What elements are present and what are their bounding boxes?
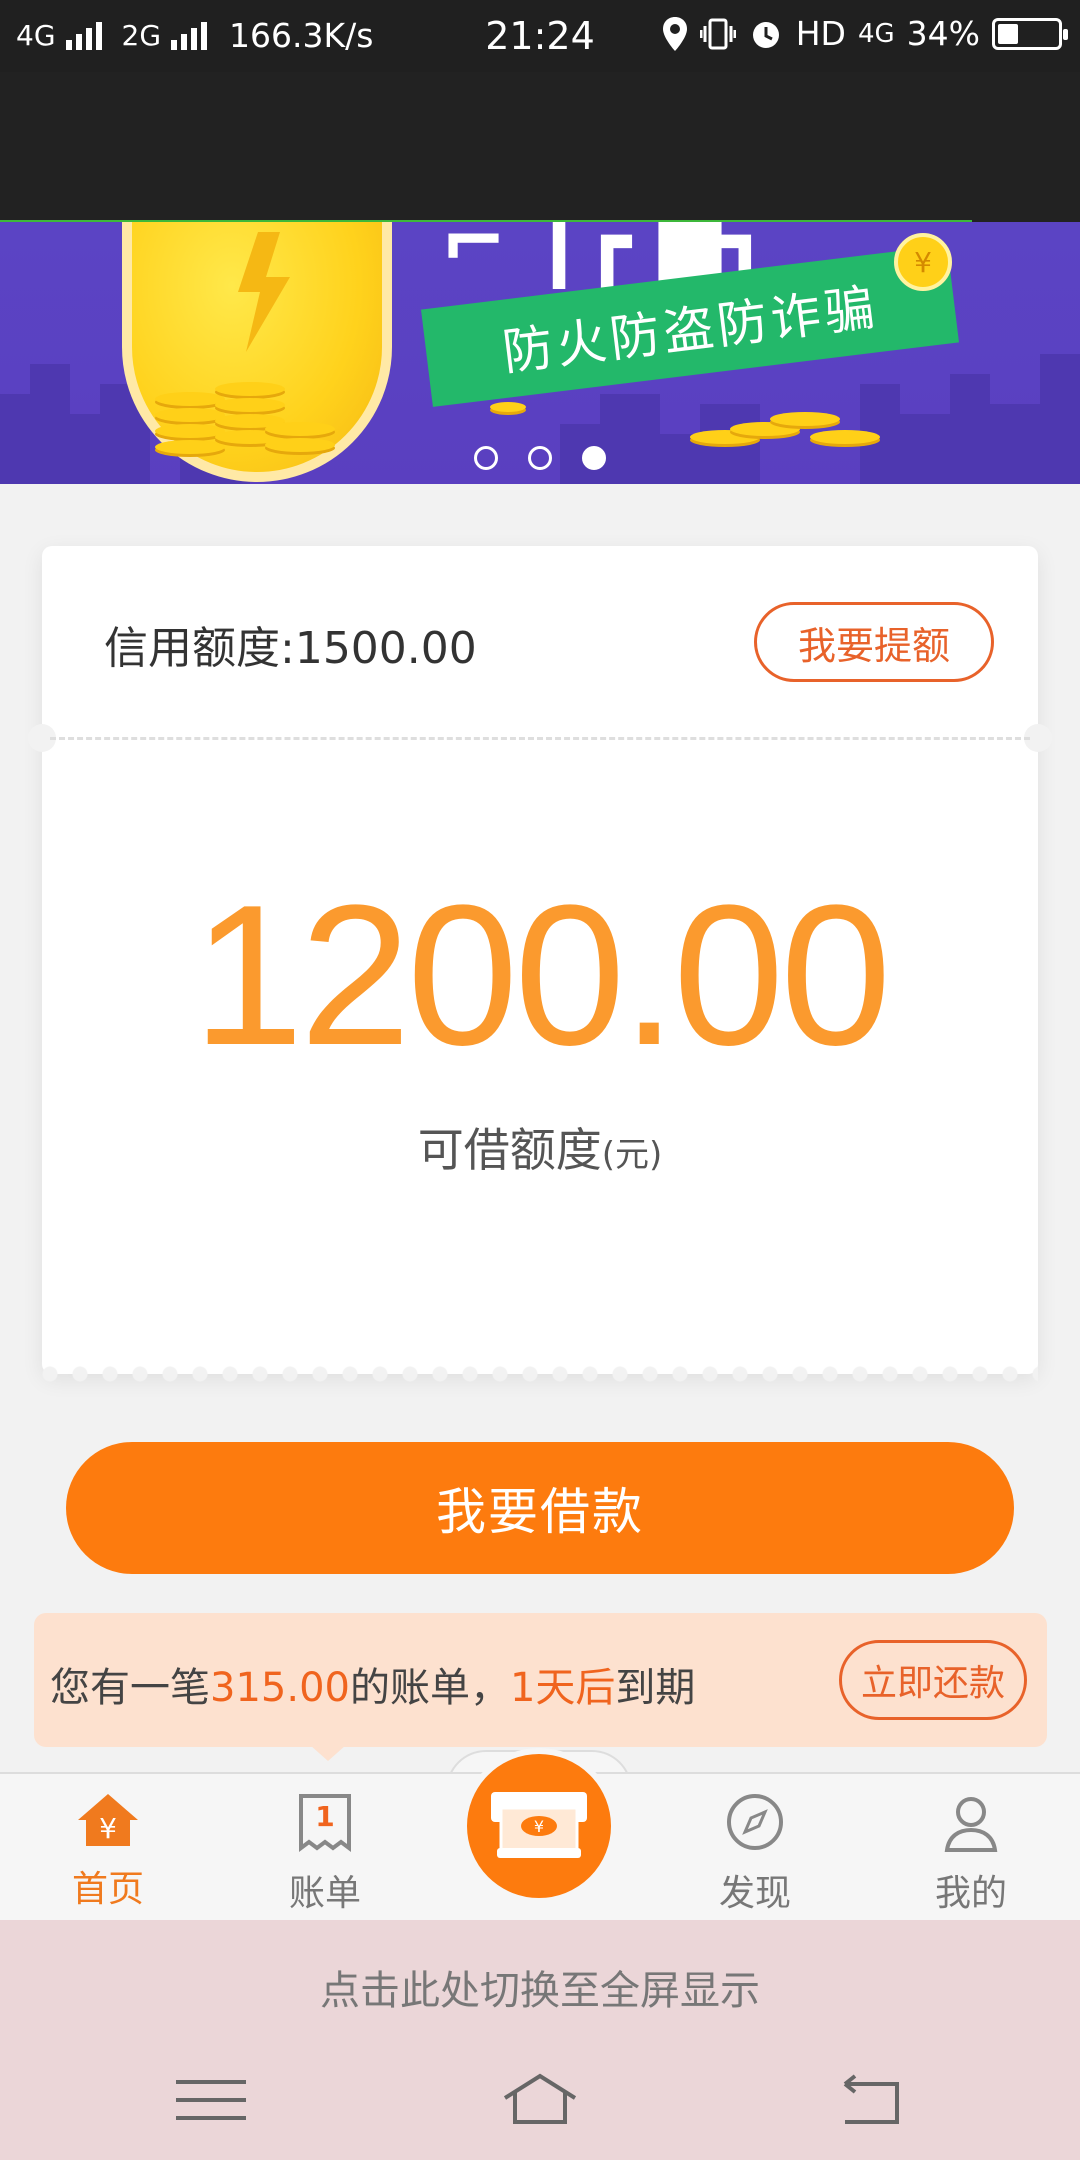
network-type-3: 4G xyxy=(857,18,895,49)
repay-now-button[interactable]: 立即还款 xyxy=(839,1640,1027,1720)
bill-amount: 315.00 xyxy=(210,1665,350,1711)
vibrate-icon xyxy=(699,18,736,49)
lightning-icon xyxy=(238,232,290,352)
alarm-icon xyxy=(752,21,779,48)
credit-card: 信用额度:1500.00 我要提额 1200.00 可借额度(元) xyxy=(28,546,1052,1382)
tab-mine-label: 我的 xyxy=(934,1873,1007,1914)
home-yen-icon: ¥ xyxy=(78,1794,138,1846)
available-label-text: 可借额度 xyxy=(417,1123,602,1177)
banner-dot-1[interactable] xyxy=(474,446,498,470)
tab-discover-label: 发现 xyxy=(718,1873,791,1914)
bill-notice[interactable]: 您有一笔315.00的账单，1天后到期 立即还款 xyxy=(34,1613,1047,1747)
card-scalloped-edge xyxy=(42,1366,1038,1382)
bill-suffix: 到期 xyxy=(615,1665,696,1711)
tab-discover[interactable]: 发现 xyxy=(680,1792,830,1916)
bill-badge: 1 xyxy=(315,1800,334,1833)
bill-icon: 1 xyxy=(299,1794,351,1852)
svg-text:¥: ¥ xyxy=(534,1817,544,1836)
battery-icon xyxy=(992,17,1068,50)
menu-icon[interactable] xyxy=(166,2070,256,2130)
yen-coin-icon: ¥ xyxy=(894,233,952,291)
bill-middle: 的账单， xyxy=(349,1665,510,1711)
tab-home[interactable]: ¥ 首页 xyxy=(33,1792,183,1912)
status-bar: 4G 2G 166.3K/s 21:24 HD 4G 34% xyxy=(0,0,1080,72)
app-header xyxy=(0,72,1080,222)
promo-banner[interactable]: ⌐ ┃┏ ▆┓ 防火防盗防诈骗 ¥ xyxy=(0,222,1080,484)
borrow-button[interactable]: 我要借款 xyxy=(66,1442,1014,1574)
bill-notice-pointer xyxy=(310,1745,346,1761)
tab-bills[interactable]: 1 账单 xyxy=(250,1792,400,1916)
back-icon[interactable] xyxy=(825,2070,915,2130)
yen-cash-icon: ¥ xyxy=(491,1792,587,1858)
fullscreen-hint-text: 点击此处切换至全屏显示 xyxy=(320,1968,760,2014)
svg-text:¥: ¥ xyxy=(99,1812,117,1845)
available-unit: (元) xyxy=(601,1135,663,1175)
center-borrow-button[interactable]: ¥ xyxy=(461,1748,617,1904)
svg-text:¥: ¥ xyxy=(914,246,932,279)
battery-percent: 34% xyxy=(906,14,980,53)
bill-due: 1天后 xyxy=(509,1665,616,1711)
home-nav-icon[interactable] xyxy=(495,2070,585,2130)
raise-limit-button[interactable]: 我要提额 xyxy=(754,602,994,682)
user-icon xyxy=(944,1797,998,1852)
fullscreen-toggle-bar[interactable]: 点击此处切换至全屏显示 xyxy=(0,1920,1080,2160)
tab-mine[interactable]: 我的 xyxy=(896,1792,1046,1916)
banner-dot-2[interactable] xyxy=(528,446,552,470)
card-divider xyxy=(50,737,1030,740)
hd-label: HD xyxy=(795,14,846,53)
bill-prefix: 您有一笔 xyxy=(50,1665,210,1711)
tab-home-label: 首页 xyxy=(71,1869,144,1910)
location-icon xyxy=(662,16,687,51)
available-amount: 1200.00 xyxy=(192,864,892,1087)
banner-dot-3[interactable] xyxy=(582,446,606,470)
bill-notice-text: 您有一笔315.00的账单，1天后到期 xyxy=(50,1655,695,1713)
available-amount-label: 可借额度(元) xyxy=(42,1114,1038,1180)
tab-bills-label: 账单 xyxy=(288,1873,361,1914)
compass-icon xyxy=(727,1794,783,1850)
credit-limit-label: 信用额度:1500.00 xyxy=(104,623,477,674)
banner-pagination xyxy=(0,446,1080,470)
status-right: HD 4G 34% xyxy=(662,14,1068,53)
